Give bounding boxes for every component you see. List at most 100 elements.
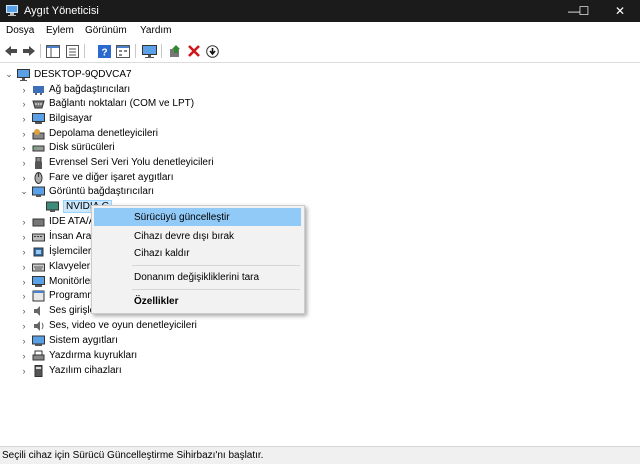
expand-chevron-icon[interactable]: › — [19, 365, 29, 377]
category-label: Sistem aygıtları — [49, 335, 118, 346]
menu-item-disable-device[interactable]: Cihazı devre dışı bırak — [94, 227, 301, 245]
root-label: DESKTOP-9QDVCA7 — [34, 69, 132, 80]
close-button[interactable]: ✕ — [600, 0, 640, 22]
window-title: Aygıt Yöneticisi — [24, 5, 99, 17]
menu-item-scan-hardware[interactable]: Donanım değişikliklerini tara — [94, 268, 301, 286]
category-label: Ses, video ve oyun denetleyicileri — [49, 320, 197, 331]
printer-icon — [32, 350, 45, 362]
tree-category[interactable]: › Bilgisayar — [19, 111, 92, 126]
tree-category[interactable]: › Depolama denetleyicileri — [19, 126, 158, 141]
menu-item-label: Cihazı kaldır — [134, 247, 190, 259]
maximize-button[interactable]: ☐ — [566, 0, 602, 22]
add-driver-icon[interactable] — [168, 43, 184, 59]
category-label: Bilgisayar — [49, 113, 93, 124]
tree-category[interactable]: › Yazdırma kuyrukları — [19, 348, 137, 363]
category-label: Ağ bağdaştırıcıları — [49, 84, 131, 95]
forward-icon[interactable] — [21, 43, 37, 59]
collapse-chevron-icon[interactable]: ⌄ — [19, 186, 29, 198]
tree-category[interactable]: › Sistem aygıtları — [19, 333, 118, 348]
monitor-icon — [32, 275, 45, 288]
back-icon[interactable] — [3, 43, 19, 59]
expand-chevron-icon[interactable]: › — [19, 246, 29, 258]
tree-category[interactable]: › Bağlantı noktaları (COM ve LPT) — [19, 96, 195, 111]
update-icon[interactable] — [204, 43, 220, 59]
display-adapter-icon — [46, 201, 59, 213]
expand-chevron-icon[interactable]: › — [19, 128, 29, 140]
menu-yardim[interactable]: Yardım — [140, 25, 172, 36]
collapse-chevron-icon[interactable]: ⌄ — [4, 69, 14, 81]
category-label: Yazılım cihazları — [49, 365, 122, 376]
category-label: Depolama denetleyicileri — [49, 128, 158, 139]
category-label: Yazdırma kuyrukları — [49, 350, 138, 361]
tree-category[interactable]: › Ses, video ve oyun denetleyicileri — [19, 318, 197, 333]
expand-chevron-icon[interactable]: › — [19, 84, 29, 96]
expand-chevron-icon[interactable]: › — [19, 216, 29, 228]
monitor-icon[interactable] — [141, 43, 157, 59]
tree-category[interactable]: › Disk sürücüleri — [19, 140, 115, 155]
network-icon — [32, 84, 45, 96]
status-text: Seçili cihaz için Sürücü Güncelleştirme … — [2, 450, 264, 461]
expand-chevron-icon[interactable]: › — [19, 113, 29, 125]
expand-chevron-icon[interactable]: › — [19, 350, 29, 362]
computer-icon — [32, 112, 45, 125]
category-label: Görüntü bağdaştırıcıları — [49, 186, 155, 197]
show-hide-tree-icon[interactable] — [45, 43, 61, 59]
menu-item-label: Cihazı devre dışı bırak — [134, 230, 235, 242]
expand-chevron-icon[interactable]: › — [19, 142, 29, 154]
menu-item-label: Sürücüyü güncelleştir — [134, 211, 230, 223]
expand-chevron-icon[interactable]: › — [19, 261, 29, 273]
tree-category[interactable]: › Ağ bağdaştırıcıları — [19, 82, 131, 97]
menu-dosya[interactable]: Dosya — [6, 25, 34, 36]
menu-bar: Dosya Eylem Görünüm Yardım — [0, 22, 640, 40]
status-bar: Seçili cihaz için Sürücü Güncelleştirme … — [0, 446, 640, 464]
tree-category[interactable]: › Klavyeler — [19, 259, 91, 274]
context-menu: Sürücüyü güncelleştir Cihazı devre dışı … — [91, 205, 305, 314]
tree-category[interactable]: › Yazılım cihazları — [19, 363, 122, 378]
category-label: Fare ve diğer işaret aygıtları — [49, 172, 174, 183]
disk-icon — [32, 142, 45, 154]
remove-icon[interactable] — [186, 43, 202, 59]
tree-category[interactable]: › Fare ve diğer işaret aygıtları — [19, 170, 174, 185]
tree-category[interactable]: › Monitörler — [19, 274, 93, 289]
menu-item-properties[interactable]: Özellikler — [94, 292, 301, 310]
menu-gorunum[interactable]: Görünüm — [85, 25, 127, 36]
expand-chevron-icon[interactable]: › — [19, 305, 29, 317]
toolbar-separator — [40, 44, 41, 58]
tree-root[interactable]: ⌄ DESKTOP-9QDVCA7 — [4, 67, 132, 82]
toolbar-separator — [135, 44, 136, 58]
toolbar-separator — [161, 44, 162, 58]
category-label: Klavyeler — [49, 261, 91, 272]
usb-icon — [32, 156, 45, 169]
expand-chevron-icon[interactable]: › — [19, 231, 29, 243]
expand-chevron-icon[interactable]: › — [19, 335, 29, 347]
device-manager-icon — [6, 5, 18, 16]
category-label: Evrensel Seri Veri Yolu denetleyicileri — [49, 157, 214, 168]
category-label: İşlemciler — [49, 246, 92, 257]
menu-item-uninstall-device[interactable]: Cihazı kaldır — [94, 244, 301, 262]
expand-chevron-icon[interactable]: › — [19, 157, 29, 169]
audio-input-icon — [32, 305, 45, 317]
view-icon[interactable] — [115, 43, 131, 59]
help-icon[interactable]: ? — [96, 43, 112, 59]
category-label: Monitörler — [49, 276, 94, 287]
expand-chevron-icon[interactable]: › — [19, 172, 29, 184]
menu-eylem[interactable]: Eylem — [46, 25, 74, 36]
expand-chevron-icon[interactable]: › — [19, 276, 29, 288]
menu-item-update-driver[interactable]: Sürücüyü güncelleştir — [94, 208, 301, 226]
expand-chevron-icon[interactable]: › — [19, 290, 29, 302]
display-adapter-icon — [32, 186, 45, 198]
menu-separator — [132, 289, 300, 290]
expand-chevron-icon[interactable]: › — [19, 320, 29, 332]
storage-icon — [32, 128, 45, 140]
toolbar-separator — [84, 44, 85, 58]
expand-chevron-icon[interactable]: › — [19, 98, 29, 110]
tree-category[interactable]: › İşlemciler — [19, 244, 92, 259]
software-device-icon — [32, 364, 45, 377]
properties-icon[interactable] — [64, 43, 80, 59]
hid-icon — [32, 231, 45, 243]
port-icon — [32, 98, 45, 110]
tree-category-expanded[interactable]: ⌄ Görüntü bağdaştırıcıları — [19, 184, 154, 199]
title-bar: Aygıt Yöneticisi — ☐ ✕ — [0, 0, 640, 22]
tree-category[interactable]: › Evrensel Seri Veri Yolu denetleyicileri — [19, 155, 214, 170]
menu-item-label: Özellikler — [134, 295, 179, 307]
